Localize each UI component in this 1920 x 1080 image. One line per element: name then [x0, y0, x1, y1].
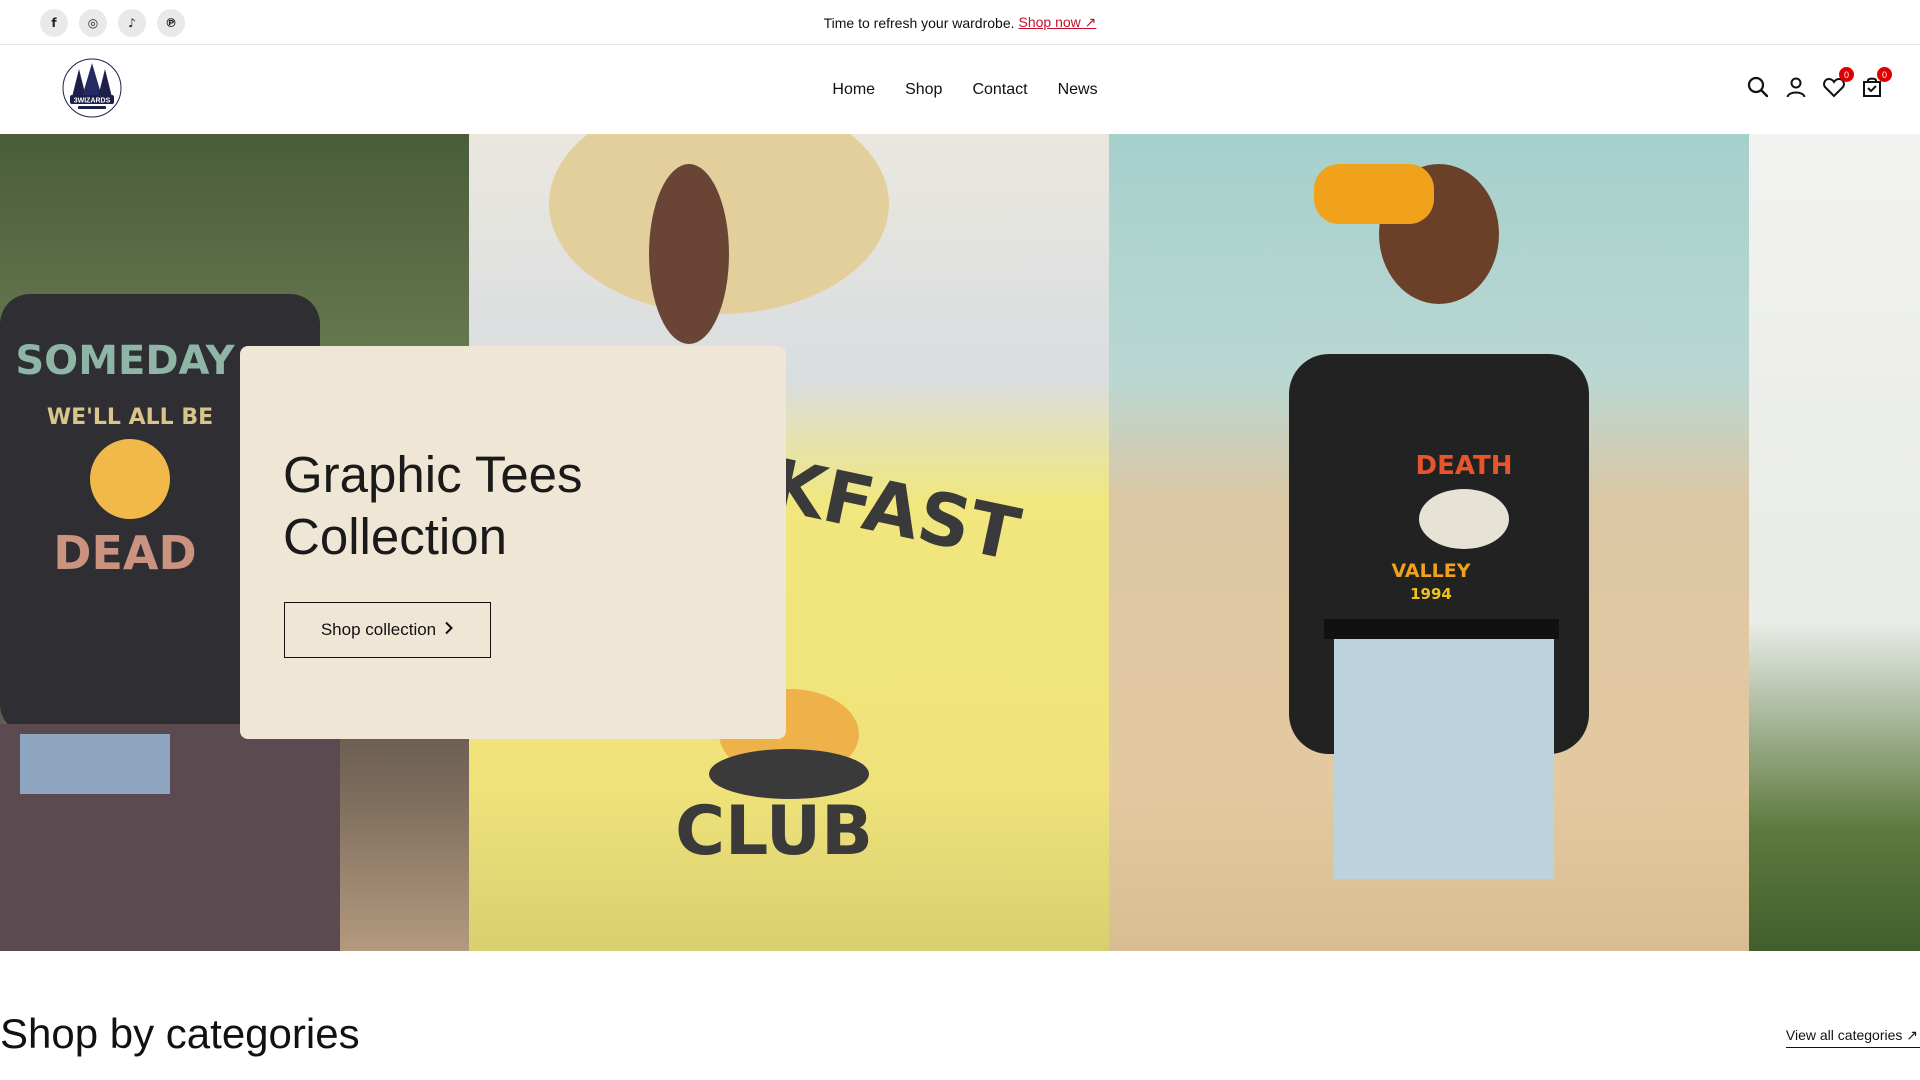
nav-contact[interactable]: Contact: [972, 81, 1027, 99]
view-all-categories-link[interactable]: View all categories ↗: [1785, 1027, 1920, 1048]
main-nav: Home Shop Contact News: [0, 45, 1920, 134]
hero-banner: SOMEDAY WE'LL ALL BE DEAD KFAST CLUB DEA…: [0, 134, 1920, 951]
shirt-text-well-all-be: WE'LL ALL BE: [47, 405, 213, 430]
announcement: Time to refresh your wardrobe. Shop now …: [0, 0, 1920, 45]
brand-logo[interactable]: 3WIZARDS: [60, 57, 124, 119]
hero-photo-death-valley-tee: DEATH VALLEY 1994: [1109, 134, 1749, 951]
shirt-text-club: CLUB: [675, 792, 873, 871]
site-header: 3WIZARDS Home Shop Contact News 0 0: [0, 45, 1920, 134]
wishlist-count-badge: 0: [1839, 67, 1854, 82]
account-icon[interactable]: [1784, 75, 1808, 99]
instagram-icon[interactable]: ◎: [79, 9, 107, 37]
shirt-text-dead: DEAD: [53, 526, 196, 580]
hero-card: Graphic Tees Collection Shop collection: [240, 346, 786, 739]
pinterest-icon[interactable]: ℗: [157, 9, 185, 37]
facebook-icon[interactable]: f: [40, 9, 68, 37]
tiktok-icon[interactable]: ♪: [118, 9, 146, 37]
shop-collection-label: Shop collection: [320, 620, 437, 639]
shop-collection-button[interactable]: Shop collection: [284, 602, 491, 658]
hero-title: Graphic Tees Collection: [283, 446, 583, 565]
search-icon[interactable]: [1746, 75, 1770, 99]
shop-now-link[interactable]: Shop now ↗: [1019, 14, 1097, 31]
wizard-logo-icon: 3WIZARDS: [62, 58, 122, 118]
shirt-text-1994: 1994: [1410, 585, 1452, 603]
shirt-text-death: DEATH: [1416, 451, 1513, 481]
announcement-text: Time to refresh your wardrobe.: [823, 14, 1015, 31]
shirt-text-valley: VALLEY: [1391, 560, 1470, 582]
nav-news[interactable]: News: [1058, 81, 1098, 99]
social-links: f ◎ ♪ ℗: [40, 9, 185, 37]
cart-count-badge: 0: [1877, 67, 1892, 82]
death-valley-tee-graphic: DEATH VALLEY 1994: [1289, 164, 1589, 879]
wishlist-icon[interactable]: 0: [1822, 67, 1854, 99]
cart-icon[interactable]: 0: [1860, 67, 1892, 99]
shirt-text-kfast: KFAST: [762, 442, 1027, 577]
header-actions: 0 0: [1746, 67, 1892, 99]
hero-photo-partial: [1749, 134, 1920, 951]
categories-title: Shop by categories: [0, 1010, 360, 1057]
logo-wordmark: 3WIZARDS: [74, 98, 111, 105]
nav-shop[interactable]: Shop: [905, 81, 942, 99]
chevron-right-icon: [444, 620, 454, 640]
shirt-text-someday: SOMEDAY: [15, 338, 235, 384]
announcement-bar: f ◎ ♪ ℗ Time to refresh your wardrobe. S…: [0, 0, 1920, 45]
nav-home[interactable]: Home: [832, 81, 875, 99]
